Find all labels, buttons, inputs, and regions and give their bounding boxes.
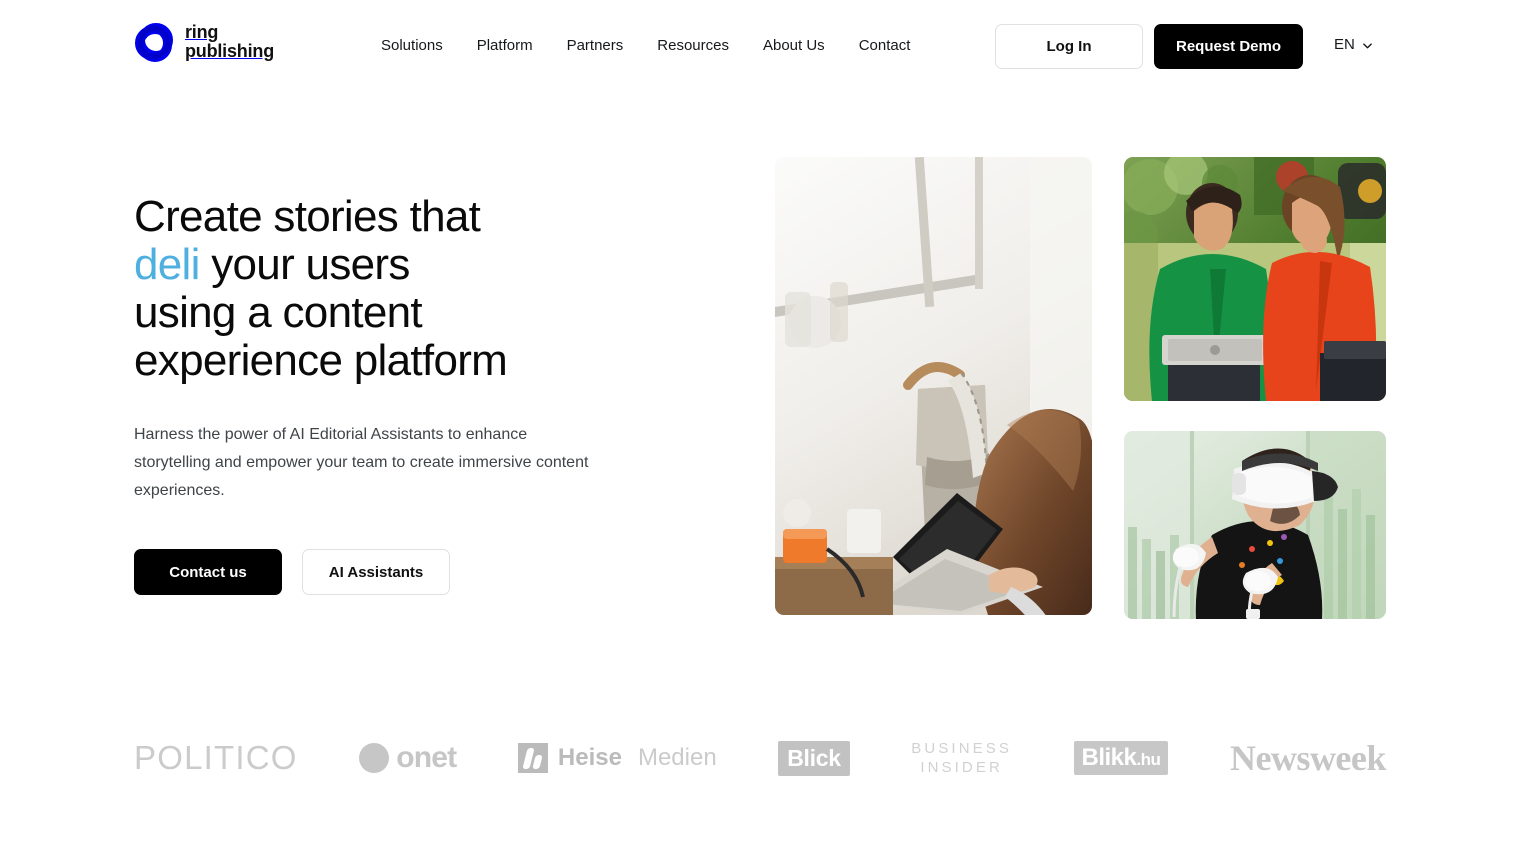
hero-headline-line-3: using a content [134, 288, 423, 337]
nav-item-resources[interactable]: Resources [657, 34, 763, 58]
hero-headline-line-1: Create stories that [134, 192, 481, 241]
heise-medien-logo: Heise Medien [517, 726, 717, 790]
log-in-button[interactable]: Log In [995, 24, 1143, 69]
hero-headline-line-4: experience platform [134, 336, 508, 385]
brand-wordmark-line2: publishing [185, 41, 274, 61]
hero-headline-accent-word: deli [134, 240, 200, 289]
hero-cta-row: Contact us AI Assistants [134, 549, 694, 595]
landing-page: ring publishing Solutions Platform Partn… [0, 0, 1520, 855]
blick-logo-text: Blick [778, 740, 850, 776]
hero-image-bottom-right-graphic [1124, 431, 1386, 619]
business-insider-logo: BUSINESS INSIDER [911, 726, 1012, 790]
nav-item-platform[interactable]: Platform [477, 34, 567, 58]
business-insider-logo-text: BUSINESS INSIDER [911, 739, 1012, 777]
newsweek-logo: Newsweek [1230, 726, 1386, 790]
language-selector[interactable]: EN [1334, 34, 1373, 56]
blikk-hu-logo-text: Blikk.hu [1073, 741, 1169, 775]
ai-assistants-button[interactable]: AI Assistants [302, 549, 450, 595]
hero-description: Harness the power of AI Editorial Assist… [134, 426, 589, 499]
nav-item-contact[interactable]: Contact [859, 34, 911, 58]
politico-logo: POLITICO [134, 726, 298, 790]
nav-item-solutions[interactable]: Solutions [381, 34, 477, 58]
business-insider-line1: BUSINESS [911, 740, 1012, 757]
heise-square-icon [517, 743, 548, 773]
hero-content: Create stories that deli your users usin… [134, 193, 694, 595]
language-selector-value: EN [1334, 36, 1355, 53]
heise-logo-text: Heise [557, 744, 622, 771]
hero-image-two-women-laptops [1124, 157, 1386, 401]
contact-us-button[interactable]: Contact us [134, 549, 282, 595]
blikk-name: Blikk [1081, 744, 1137, 771]
politico-logo-text: POLITICO [134, 739, 298, 776]
brand-wordmark-line1: ring [185, 22, 219, 43]
hero-image-woman-laptop-cafe [775, 157, 1092, 615]
client-logo-strip: POLITICO onet Heise Medien Blick BUSINES… [134, 726, 1386, 790]
business-insider-line2: INSIDER [920, 759, 1003, 776]
header-actions: Log In Request Demo [995, 24, 1303, 69]
hero-headline-line-2-rest: your users [199, 240, 410, 289]
medien-logo-text: Medien [637, 744, 717, 771]
onet-circle-icon [359, 743, 390, 773]
hero-image-main-graphic [775, 157, 1092, 615]
brand-wordmark: ring publishing [185, 23, 274, 60]
blikk-suffix: .hu [1136, 750, 1161, 769]
brand-logo-link[interactable]: ring publishing [134, 22, 274, 62]
hero-image-top-right-graphic [1124, 157, 1386, 401]
ring-logo-icon [134, 22, 174, 62]
site-header: ring publishing Solutions Platform Partn… [0, 0, 1520, 92]
hero-image-man-vr-headset [1124, 431, 1386, 619]
onet-logo-text: onet [396, 741, 457, 774]
blick-logo: Blick [778, 726, 850, 790]
chevron-down-icon [1362, 42, 1372, 48]
nav-item-about-us[interactable]: About Us [763, 34, 859, 58]
onet-logo: onet [359, 726, 457, 790]
nav-item-partners[interactable]: Partners [567, 34, 658, 58]
primary-navigation: Solutions Platform Partners Resources Ab… [381, 34, 910, 58]
newsweek-logo-text: Newsweek [1229, 738, 1386, 778]
hero-headline: Create stories that deli your users usin… [134, 193, 694, 385]
blikk-hu-logo: Blikk.hu [1073, 726, 1169, 790]
request-demo-button[interactable]: Request Demo [1154, 24, 1303, 69]
